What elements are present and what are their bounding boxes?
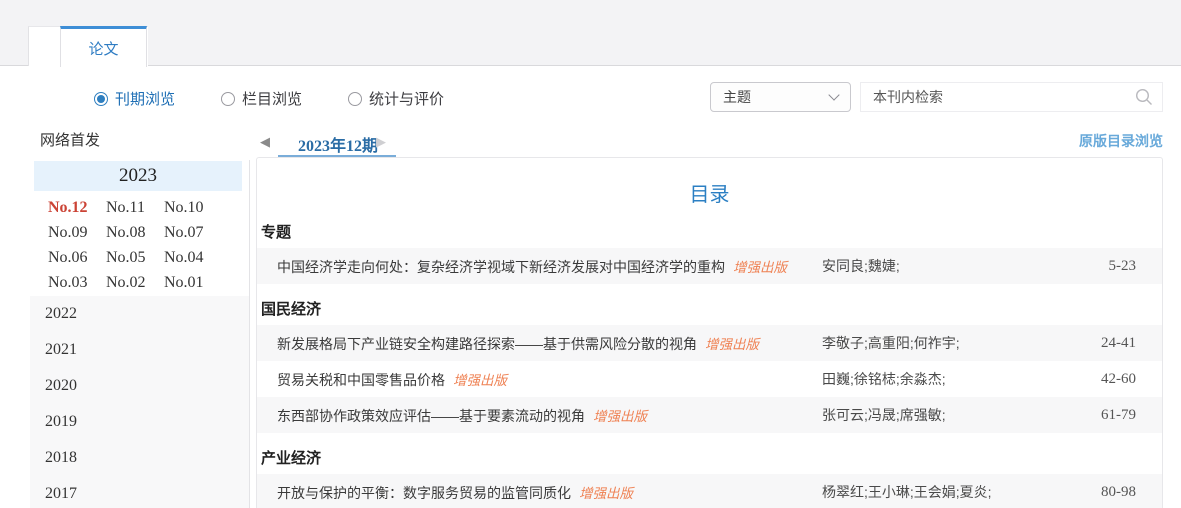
view-mode-radio[interactable]: 刊期浏览 [94,88,175,109]
article-pages: 5-23 [1076,258,1136,275]
year-item[interactable]: 2021 [30,332,249,368]
toc-section: 产业经济 开放与保护的平衡：数字服务贸易的监管同质化增强出版 杨翠红;王小琳;王… [257,447,1162,508]
article-title: 东西部协作政策效应评估——基于要素流动的视角增强出版 [277,405,822,426]
article-authors[interactable]: 杨翠红;王小琳;王会娟;夏炎; [822,482,1076,502]
year-item[interactable]: 2018 [30,440,249,476]
article-title: 中国经济学走向何处：复杂经济学视域下新经济发展对中国经济学的重构增强出版 [277,256,822,277]
next-issue-arrow[interactable]: ▶ [376,134,386,150]
article-row: 贸易关税和中国零售品价格增强出版 田巍;徐铭梽;余淼杰; 42-60 [257,361,1162,397]
section-header: 国民经济 [261,298,1162,319]
enhanced-publishing-tag[interactable]: 增强出版 [733,260,787,275]
year-item[interactable]: 2017 [30,476,249,508]
search-field-value: 主题 [723,87,751,107]
article-pages: 80-98 [1076,484,1136,501]
section-rows: 中国经济学走向何处：复杂经济学视域下新经济发展对中国经济学的重构增强出版 安同良… [257,248,1162,284]
prev-issue-arrow[interactable]: ◀ [260,134,270,150]
current-year-header[interactable]: 2023 [34,161,242,191]
year-list: 202220212020201920182017 [30,296,249,508]
article-title-link[interactable]: 开放与保护的平衡：数字服务贸易的监管同质化 [277,485,571,501]
year-item[interactable]: 2019 [30,404,249,440]
issue-link[interactable]: No.06 [48,245,106,270]
issue-panel: 2023 No.12No.11No.10 No.09No.08No.07 No.06… [34,161,242,301]
article-title: 开放与保护的平衡：数字服务贸易的监管同质化增强出版 [277,482,822,503]
journal-browse-page: 论文 刊期浏览 栏目浏览 统计与评价 主题 网络首发 2023 No.12No.… [0,0,1181,508]
online-first-link[interactable]: 网络首发 [40,129,100,150]
issue-link[interactable]: No.09 [48,220,106,245]
article-pages: 61-79 [1076,407,1136,424]
issue-link[interactable]: No.10 [164,195,222,220]
toc-sections: 专题 中国经济学走向何处：复杂经济学视域下新经济发展对中国经济学的重构增强出版 … [257,221,1162,508]
radio-label: 统计与评价 [369,88,444,109]
article-authors[interactable]: 李敬子;高重阳;何祚宇; [822,333,1076,353]
toc-section: 专题 中国经济学走向何处：复杂经济学视域下新经济发展对中国经济学的重构增强出版 … [257,221,1162,284]
article-authors[interactable]: 安同良;魏婕; [822,256,1076,276]
search-icon[interactable] [1134,87,1154,107]
section-rows: 新发展格局下产业链安全构建路径探索——基于供需风险分散的视角增强出版 李敬子;高… [257,325,1162,433]
section-rows: 开放与保护的平衡：数字服务贸易的监管同质化增强出版 杨翠红;王小琳;王会娟;夏炎… [257,474,1162,508]
issue-grid: No.12No.11No.10 No.09No.08No.07 No.06No.05… [34,191,242,301]
article-row: 中国经济学走向何处：复杂经济学视域下新经济发展对中国经济学的重构增强出版 安同良… [257,248,1162,284]
radio-label: 栏目浏览 [242,88,302,109]
article-title-link[interactable]: 贸易关税和中国零售品价格 [277,372,445,388]
article-authors[interactable]: 田巍;徐铭梽;余淼杰; [822,369,1076,389]
article-title-link[interactable]: 东西部协作政策效应评估——基于要素流动的视角 [277,408,585,424]
view-mode-radios: 刊期浏览 栏目浏览 统计与评价 [94,88,490,109]
enhanced-publishing-tag[interactable]: 增强出版 [593,409,647,424]
radio-icon [348,92,362,106]
issue-link[interactable]: No.01 [164,270,222,295]
toc-title: 目录 [257,178,1162,207]
article-title-link[interactable]: 中国经济学走向何处：复杂经济学视域下新经济发展对中国经济学的重构 [277,259,725,275]
search-input[interactable] [861,83,1134,111]
radio-icon [221,92,235,106]
tab-papers[interactable]: 论文 [60,26,147,67]
search-box [860,82,1163,112]
section-header: 专题 [261,221,1162,242]
search-field-select[interactable]: 主题 [710,82,851,112]
year-item[interactable]: 2022 [30,296,249,332]
enhanced-publishing-tag[interactable]: 增强出版 [579,486,633,501]
radio-icon [94,92,108,106]
issue-link[interactable]: No.02 [106,270,164,295]
view-mode-radio[interactable]: 统计与评价 [348,88,444,109]
article-row: 开放与保护的平衡：数字服务贸易的监管同质化增强出版 杨翠红;王小琳;王会娟;夏炎… [257,474,1162,508]
article-title: 贸易关税和中国零售品价格增强出版 [277,369,822,390]
issue-link[interactable]: No.12 [48,195,106,220]
article-authors[interactable]: 张可云;冯晟;席强敏; [822,405,1076,425]
section-header: 产业经济 [261,447,1162,468]
issue-link[interactable]: No.11 [106,195,164,220]
enhanced-publishing-tag[interactable]: 增强出版 [453,373,507,388]
article-pages: 42-60 [1076,371,1136,388]
article-title-link[interactable]: 新发展格局下产业链安全构建路径探索——基于供需风险分散的视角 [277,336,697,352]
enhanced-publishing-tag[interactable]: 增强出版 [705,337,759,352]
issue-link[interactable]: No.07 [164,220,222,245]
sidebar-divider [249,160,250,508]
article-pages: 24-41 [1076,335,1136,352]
issue-link[interactable]: No.08 [106,220,164,245]
issue-link[interactable]: No.03 [48,270,106,295]
chevron-down-icon [828,89,839,100]
radio-label: 刊期浏览 [115,88,175,109]
toc-section: 国民经济 新发展格局下产业链安全构建路径探索——基于供需风险分散的视角增强出版 … [257,298,1162,433]
article-row: 新发展格局下产业链安全构建路径探索——基于供需风险分散的视角增强出版 李敬子;高… [257,325,1162,361]
article-row: 东西部协作政策效应评估——基于要素流动的视角增强出版 张可云;冯晟;席强敏; 6… [257,397,1162,433]
year-item[interactable]: 2020 [30,368,249,404]
tab-strip [0,0,1181,66]
toc-content-box: 目录 专题 中国经济学走向何处：复杂经济学视域下新经济发展对中国经济学的重构增强… [256,157,1163,508]
issue-link[interactable]: No.05 [106,245,164,270]
issue-link[interactable]: No.04 [164,245,222,270]
view-mode-radio[interactable]: 栏目浏览 [221,88,302,109]
original-toc-link[interactable]: 原版目录浏览 [1079,131,1163,151]
article-title: 新发展格局下产业链安全构建路径探索——基于供需风险分散的视角增强出版 [277,333,822,354]
